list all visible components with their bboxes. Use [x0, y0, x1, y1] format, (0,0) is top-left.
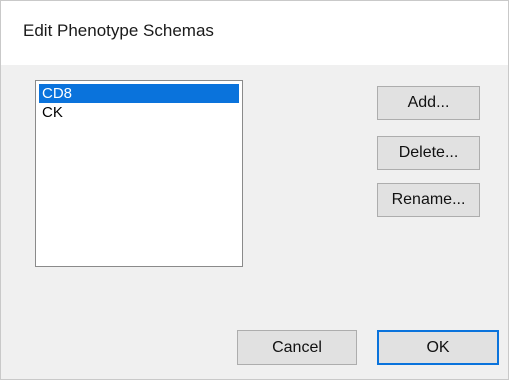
- add-button[interactable]: Add...: [377, 86, 480, 120]
- title-bar: Edit Phenotype Schemas: [1, 1, 508, 65]
- cancel-button[interactable]: Cancel: [237, 330, 357, 365]
- rename-button[interactable]: Rename...: [377, 183, 480, 217]
- edit-phenotype-schemas-dialog: Edit Phenotype Schemas CD8 CK Add... Del…: [0, 0, 509, 380]
- dialog-title: Edit Phenotype Schemas: [23, 21, 214, 40]
- schema-list-item-ck[interactable]: CK: [39, 103, 239, 122]
- ok-button[interactable]: OK: [377, 330, 499, 365]
- schema-list-item-cd8[interactable]: CD8: [39, 84, 239, 103]
- delete-button[interactable]: Delete...: [377, 136, 480, 170]
- schema-listbox[interactable]: CD8 CK: [35, 80, 243, 267]
